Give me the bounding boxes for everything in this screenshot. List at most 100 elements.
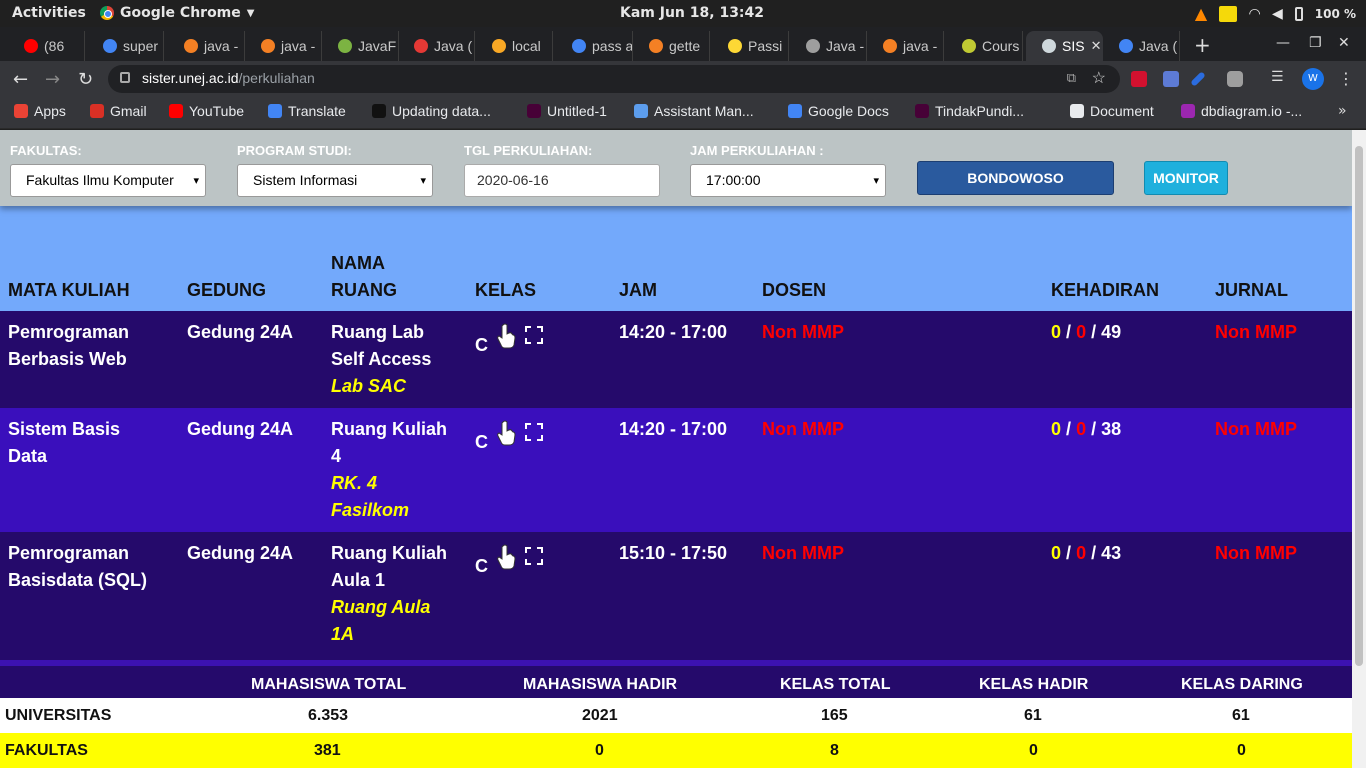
- dosen: Non MMP: [762, 419, 844, 439]
- app-menu[interactable]: Google Chrome ▼: [100, 5, 254, 21]
- kehadiran: 0 / 0 / 38: [1051, 416, 1121, 443]
- browser-tab[interactable]: local: [476, 31, 553, 61]
- bookmark-item[interactable]: Google Docs: [788, 103, 889, 119]
- kehadiran-hadir: 0: [1051, 322, 1062, 342]
- page-scrollbar[interactable]: [1352, 130, 1366, 768]
- system-tray[interactable]: ▲ ◠ ◀ 100 %: [1195, 4, 1356, 23]
- mata-kuliah-line: Sistem Basis: [8, 419, 121, 439]
- maximize-button[interactable]: ❐: [1309, 35, 1322, 51]
- page-content: FAKULTAS: Fakultas Ilmu Komputer ▾ PROGR…: [0, 130, 1352, 768]
- bookmark-item[interactable]: YouTube: [169, 103, 244, 119]
- fullscreen-icon[interactable]: [524, 546, 544, 566]
- kode-ruang: 1A: [331, 624, 355, 644]
- bookmark-item[interactable]: Assistant Man...: [634, 103, 754, 119]
- profile-avatar[interactable]: W: [1302, 68, 1324, 90]
- reload-icon[interactable]: ↻: [78, 69, 93, 90]
- bookmark-star-icon[interactable]: ☆: [1092, 68, 1106, 88]
- bookmark-label: Updating data...: [392, 103, 491, 119]
- browser-tab[interactable]: gette: [633, 31, 710, 61]
- kehadiran: 0 / 0 / 43: [1051, 540, 1121, 567]
- bookmark-label: Untitled-1: [547, 103, 607, 119]
- mata-kuliah: Pemrograman Basisdata (SQL): [8, 540, 147, 594]
- browser-tab[interactable]: SIS ✕: [1026, 31, 1103, 61]
- bookmark-item[interactable]: Apps: [14, 103, 66, 119]
- browser-tab[interactable]: Passi: [712, 31, 789, 61]
- hand-pointer-icon[interactable]: [496, 420, 516, 446]
- bookmark-item[interactable]: dbdiagram.io -...: [1181, 103, 1302, 119]
- bookmark-label: dbdiagram.io -...: [1201, 103, 1303, 119]
- camera-extension-icon[interactable]: [1227, 71, 1243, 87]
- clock[interactable]: Kam Jun 18, 13:42: [620, 5, 764, 21]
- notes-icon[interactable]: [1219, 5, 1238, 22]
- tab-favicon-icon: [24, 39, 38, 53]
- tab-favicon-icon: [806, 39, 820, 53]
- summary-header: MAHASISWA TOTAL MAHASISWA HADIR KELAS TO…: [0, 660, 1352, 698]
- bondowoso-button[interactable]: BONDOWOSO: [917, 161, 1114, 195]
- activities-button[interactable]: Activities: [12, 5, 86, 21]
- wifi-icon: ◠: [1249, 5, 1260, 22]
- tanggal-input[interactable]: 2020-06-16: [464, 164, 660, 197]
- nama-ruang: Ruang Kuliah Aula 1 Ruang Aula 1A: [331, 540, 447, 648]
- bookmark-item[interactable]: TindakPundi...: [915, 103, 1024, 119]
- kehadiran-absen: 0: [1076, 419, 1087, 439]
- kehadiran-hadir: 0: [1051, 543, 1062, 563]
- vlc-icon[interactable]: ▲: [1195, 4, 1207, 23]
- monitor-button[interactable]: MONITOR: [1144, 161, 1228, 195]
- tab-label: Passi: [748, 38, 783, 54]
- browser-tab[interactable]: pass a: [556, 31, 633, 61]
- browser-tab[interactable]: Cours: [946, 31, 1023, 61]
- fakultas-select[interactable]: Fakultas Ilmu Komputer ▾: [10, 164, 206, 197]
- hand-pointer-icon[interactable]: [496, 544, 516, 570]
- browser-tab[interactable]: Java -: [790, 31, 867, 61]
- tab-label: SIS: [1062, 38, 1085, 54]
- scrollbar-thumb[interactable]: [1355, 146, 1363, 666]
- bookmark-item[interactable]: Untitled-1: [527, 103, 607, 119]
- browser-tab[interactable]: java -: [168, 31, 245, 61]
- browser-tab[interactable]: JavaF: [322, 31, 399, 61]
- back-icon[interactable]: ←: [13, 69, 28, 90]
- address-bar[interactable]: sister.unej.ac.id/perkuliahan ⧉ ☆: [108, 65, 1120, 93]
- bookmark-item[interactable]: Document: [1070, 103, 1154, 119]
- chevron-down-icon: ▼: [246, 7, 255, 19]
- pen-extension-icon[interactable]: [1190, 71, 1206, 87]
- fullscreen-icon[interactable]: [524, 325, 544, 345]
- browser-tab[interactable]: java -: [867, 31, 944, 61]
- summary-row-universitas: UNIVERSITAS 6.353 2021 165 61 61: [0, 698, 1352, 733]
- url-host: sister.unej.ac.id: [142, 70, 239, 86]
- forward-icon[interactable]: →: [45, 69, 60, 90]
- minimize-button[interactable]: —: [1276, 35, 1290, 51]
- header-nama-ruang-line1: NAMA: [331, 253, 385, 273]
- browser-tab[interactable]: Java (: [1103, 31, 1180, 61]
- lock-icon[interactable]: [120, 72, 130, 83]
- more-bookmarks-icon[interactable]: »: [1338, 103, 1347, 119]
- summary-row-fakultas: FAKULTAS 381 0 8 0 0: [0, 733, 1352, 768]
- extension-icon-1[interactable]: [1131, 71, 1147, 87]
- jam-select[interactable]: 17:00:00 ▾: [690, 164, 886, 197]
- bookmark-item[interactable]: Translate: [268, 103, 346, 119]
- bookmark-item[interactable]: Gmail: [90, 103, 147, 119]
- kehadiran-separator: /: [1066, 322, 1072, 342]
- summary-value: 165: [821, 707, 848, 724]
- bookmark-label: Assistant Man...: [654, 103, 754, 119]
- ruang-line: Ruang Kuliah: [331, 419, 447, 439]
- tab-label: super: [123, 38, 159, 54]
- translate-icon[interactable]: ⧉: [1067, 70, 1076, 86]
- menu-icon[interactable]: ⋮: [1338, 69, 1354, 88]
- close-tab-icon[interactable]: ✕: [1091, 38, 1102, 54]
- browser-tab[interactable]: (86: [8, 31, 85, 61]
- mata-kuliah-line: Pemrograman: [8, 543, 130, 563]
- tab-label: Java (: [434, 38, 473, 54]
- mata-kuliah-line: Pemrograman: [8, 322, 130, 342]
- browser-tab[interactable]: Java (: [398, 31, 475, 61]
- tab-favicon-icon: [184, 39, 198, 53]
- browser-tab[interactable]: super: [87, 31, 164, 61]
- close-window-button[interactable]: ✕: [1338, 35, 1350, 51]
- bookmark-item[interactable]: Updating data...: [372, 103, 491, 119]
- media-control-icon[interactable]: ☰: [1271, 69, 1287, 85]
- new-tab-button[interactable]: +: [1194, 33, 1211, 57]
- extension-icon-2[interactable]: [1163, 71, 1179, 87]
- prodi-select[interactable]: Sistem Informasi ▾: [237, 164, 433, 197]
- fullscreen-icon[interactable]: [524, 422, 544, 442]
- hand-pointer-icon[interactable]: [496, 323, 516, 349]
- browser-tab[interactable]: java -: [245, 31, 322, 61]
